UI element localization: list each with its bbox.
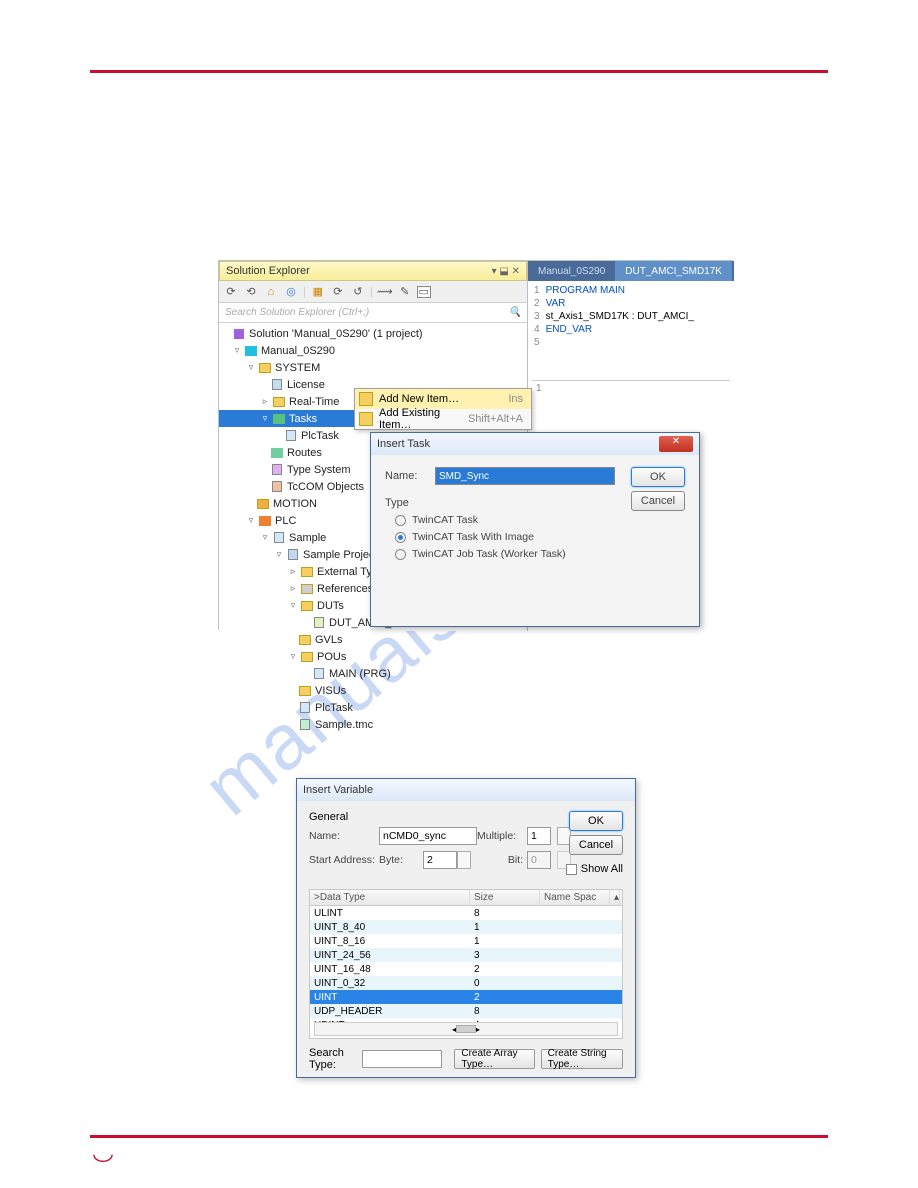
tree-project[interactable]: ▿Manual_0S290 <box>219 342 527 359</box>
bit-input <box>527 851 551 869</box>
name-label: Name: <box>385 470 429 482</box>
multiple-input[interactable] <box>527 827 551 845</box>
var-name-label: Name: <box>309 830 379 842</box>
ok-button[interactable]: OK <box>631 467 685 487</box>
create-string-button[interactable]: Create String Type… <box>541 1049 623 1069</box>
table-row[interactable]: UINT_8_161 <box>310 934 622 948</box>
var-name-input[interactable] <box>379 827 477 845</box>
search-placeholder: Search Solution Explorer (Ctrl+;) <box>225 307 369 318</box>
tree-gvls[interactable]: GVLs <box>219 631 527 648</box>
table-row[interactable]: UINT_0_320 <box>310 976 622 990</box>
tree-system[interactable]: ▿SYSTEM <box>219 359 527 376</box>
solution-explorer-titlebar: Solution Explorer ▾ ⬓ ✕ <box>219 261 527 281</box>
tb-icon-9[interactable]: ✎ <box>397 284 413 300</box>
editor-body[interactable]: 1PROGRAM MAIN 2VAR 3 st_Axis1_SMD17K : D… <box>528 281 734 402</box>
dialog-titlebar[interactable]: Insert Task ✕ <box>371 433 699 455</box>
radio-twincat-task[interactable]: TwinCAT Task <box>395 514 685 526</box>
search-icon[interactable]: 🔍 <box>509 307 521 318</box>
tb-icon-5[interactable]: ▦ <box>310 284 326 300</box>
insert-var-title: Insert Variable <box>303 784 373 796</box>
bottom-rule <box>90 1135 828 1138</box>
byte-label: Byte: <box>379 854 423 866</box>
radio-twincat-job-task[interactable]: TwinCAT Job Task (Worker Task) <box>395 548 685 560</box>
insert-var-titlebar[interactable]: Insert Variable <box>297 779 635 801</box>
cancel-button[interactable]: Cancel <box>631 491 685 511</box>
cmenu-add-new[interactable]: Add New Item…Ins <box>355 389 531 409</box>
search-type-input[interactable] <box>362 1050 442 1068</box>
tree-solution-root[interactable]: Solution 'Manual_0S290' (1 project) <box>219 325 527 342</box>
table-row[interactable]: UINT_24_563 <box>310 948 622 962</box>
var-ok-button[interactable]: OK <box>569 811 623 831</box>
start-addr-label: Start Address: <box>309 854 379 866</box>
top-rule <box>90 70 828 73</box>
tree-visus[interactable]: VISUs <box>219 682 527 699</box>
multiple-label: Multiple: <box>477 830 527 842</box>
create-array-button[interactable]: Create Array Type… <box>454 1049 534 1069</box>
context-menu[interactable]: Add New Item…Ins Add Existing Item…Shift… <box>354 388 532 430</box>
tree-plctask-2[interactable]: PlcTask <box>219 699 527 716</box>
tree-pous[interactable]: ▿POUs <box>219 648 527 665</box>
search-type-label: Search Type: <box>309 1047 356 1071</box>
byte-spinner[interactable] <box>457 851 471 869</box>
bit-label: Bit: <box>477 854 527 866</box>
editor-tab-1[interactable]: Manual_0S290 <box>528 261 615 281</box>
tb-icon-1[interactable]: ⟳ <box>223 284 239 300</box>
table-row[interactable]: UINT_16_482 <box>310 962 622 976</box>
cmenu-add-existing[interactable]: Add Existing Item…Shift+Alt+A <box>355 409 531 429</box>
var-cancel-button[interactable]: Cancel <box>569 835 623 855</box>
solution-search-box[interactable]: Search Solution Explorer (Ctrl+;) 🔍 <box>219 303 527 323</box>
show-all-checkbox[interactable]: Show All <box>566 863 623 875</box>
task-name-input[interactable] <box>435 467 615 485</box>
page-footer-logo <box>90 1151 116 1174</box>
byte-input[interactable] <box>423 851 457 869</box>
dialog-title: Insert Task <box>377 438 430 450</box>
tb-icon-4[interactable]: ◎ <box>283 284 299 300</box>
editor-tab-2[interactable]: DUT_AMCI_SMD17K <box>615 261 732 281</box>
insert-variable-dialog: Insert Variable General Name: Multiple: … <box>296 778 636 1078</box>
horizontal-scrollbar[interactable]: ◂▸ <box>314 1022 618 1036</box>
editor-tabs[interactable]: Manual_0S290 DUT_AMCI_SMD17K <box>528 261 734 281</box>
tb-icon-home[interactable]: ⌂ <box>263 284 279 300</box>
folder-new-icon <box>359 392 373 406</box>
panel-title: Solution Explorer <box>226 265 310 277</box>
table-row[interactable]: UINT_8_401 <box>310 920 622 934</box>
data-type-table[interactable]: >Data TypeSizeName Spac▴ ULINT8 UINT_8_4… <box>309 889 623 1039</box>
tb-icon-8[interactable]: ⟿ <box>377 284 393 300</box>
table-row[interactable]: ULINT8 <box>310 906 622 920</box>
tb-icon-2[interactable]: ⟲ <box>243 284 259 300</box>
scroll-up-icon[interactable]: ▴ <box>610 890 620 905</box>
solution-toolbar[interactable]: ⟳ ⟲ ⌂ ◎ | ▦ ⟳ ↺ | ⟿ ✎ ▭ <box>219 281 527 303</box>
tb-icon-7[interactable]: ↺ <box>350 284 366 300</box>
folder-existing-icon <box>359 412 373 426</box>
table-header[interactable]: >Data TypeSizeName Spac▴ <box>310 890 622 906</box>
table-row-selected[interactable]: UINT2 <box>310 990 622 1004</box>
tree-main-prg[interactable]: MAIN (PRG) <box>219 665 527 682</box>
insert-task-dialog: Insert Task ✕ Name: Type TwinCAT Task Tw… <box>370 432 700 627</box>
close-icon[interactable]: ✕ <box>659 436 693 452</box>
table-row[interactable]: UDP_HEADER8 <box>310 1004 622 1018</box>
panel-controls[interactable]: ▾ ⬓ ✕ <box>492 266 520 277</box>
tb-icon-6[interactable]: ⟳ <box>330 284 346 300</box>
tb-icon-10[interactable]: ▭ <box>417 286 431 298</box>
tree-sample-tmc[interactable]: Sample.tmc <box>219 716 527 733</box>
radio-twincat-task-image[interactable]: TwinCAT Task With Image <box>395 531 685 543</box>
